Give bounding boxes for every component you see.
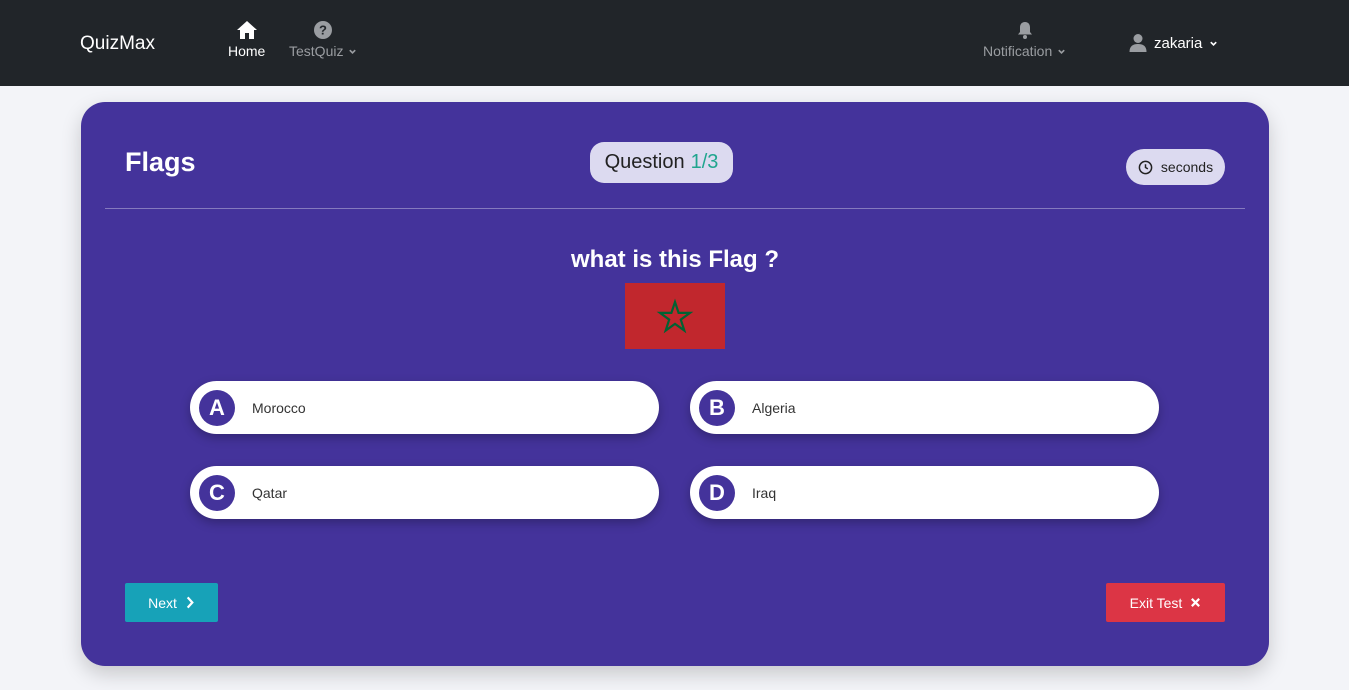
answer-option-d[interactable]: D Iraq (690, 466, 1159, 519)
timer-label: seconds (1160, 159, 1214, 175)
option-text: Iraq (752, 484, 777, 501)
question-counter-value: 1/3 (690, 151, 719, 173)
nav-notification[interactable]: Notification (983, 20, 1066, 59)
bell-icon (1017, 22, 1032, 39)
chevron-down-icon (1058, 49, 1066, 54)
quiz-card: Flags Question 1/3 seconds what is this … (81, 102, 1269, 666)
close-icon (1191, 598, 1201, 607)
nav-home[interactable]: Home (228, 20, 265, 59)
user-name: zakaria (1154, 34, 1203, 52)
question-circle-icon: ? (314, 21, 333, 39)
svg-text:?: ? (319, 23, 327, 38)
question-counter-label: Question (604, 151, 685, 173)
option-letter: A (199, 389, 235, 426)
option-letter: C (199, 474, 235, 511)
nav-user-menu[interactable]: zakaria (1129, 33, 1218, 53)
nav-notification-label: Notification (983, 43, 1053, 59)
chevron-down-icon (349, 49, 357, 54)
morocco-flag-image (625, 283, 725, 349)
next-button-label: Next (148, 594, 177, 611)
navbar: QuizMax Home ? TestQuiz Notification zak… (0, 0, 1349, 86)
brand-logo[interactable]: QuizMax (80, 33, 155, 55)
question-counter: Question 1/3 (590, 142, 733, 183)
answer-option-a[interactable]: A Morocco (190, 381, 659, 434)
option-text: Morocco (252, 399, 306, 416)
nav-testquiz[interactable]: ? TestQuiz (289, 20, 357, 59)
option-letter: D (699, 474, 735, 511)
exit-test-button-label: Exit Test (1129, 594, 1183, 611)
option-letter: B (699, 389, 735, 426)
chevron-right-icon (186, 596, 194, 609)
nav-home-label: Home (228, 43, 266, 59)
next-button[interactable]: Next (125, 583, 218, 622)
answer-option-c[interactable]: C Qatar (190, 466, 659, 519)
clock-icon (1138, 160, 1153, 174)
home-icon (236, 21, 257, 39)
nav-testquiz-label: TestQuiz (289, 43, 344, 59)
option-text: Algeria (752, 399, 796, 416)
timer-badge: seconds (1126, 149, 1225, 185)
chevron-down-icon (1210, 41, 1218, 46)
answer-option-b[interactable]: B Algeria (690, 381, 1159, 434)
exit-test-button[interactable]: Exit Test (1106, 583, 1225, 622)
option-text: Qatar (252, 484, 288, 501)
header-divider (105, 208, 1245, 209)
question-text: what is this Flag ? (570, 246, 780, 273)
user-icon (1129, 34, 1147, 52)
quiz-title: Flags (125, 147, 196, 177)
